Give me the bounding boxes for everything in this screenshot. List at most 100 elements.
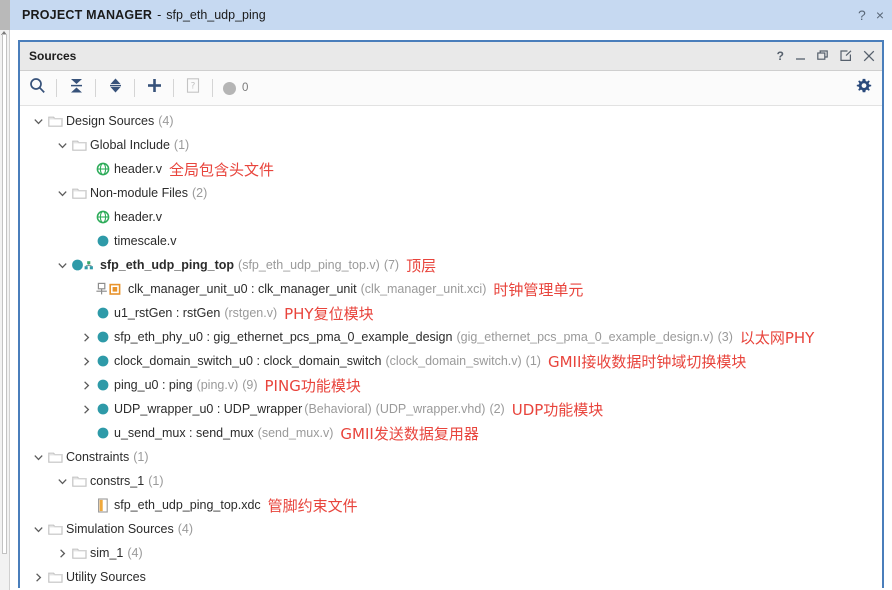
project-name: sfp_eth_udp_ping: [166, 8, 266, 22]
tree-row[interactable]: clk_manager_unit_u0 : clk_manager_unit (c…: [20, 277, 882, 301]
annotation-label: GMII接收数据时钟域切换模块: [547, 352, 747, 371]
annotation-label: PING功能模块: [264, 376, 361, 395]
badge-dot-icon: [223, 81, 236, 95]
help-icon[interactable]: ?: [858, 8, 866, 22]
tree-row[interactable]: Simulation Sources (4): [20, 517, 882, 541]
tree-row-filename: (ping.v): [196, 378, 239, 392]
search-button[interactable]: [20, 71, 54, 105]
tree-row-label: Global Include: [90, 138, 170, 152]
tree-row[interactable]: sfp_eth_udp_ping_top.xdc 管脚约束文件: [20, 493, 882, 517]
chevron-down-icon[interactable]: [54, 181, 70, 205]
left-splitter[interactable]: [0, 0, 10, 590]
toolbar-separator: [95, 79, 96, 97]
add-sources-button[interactable]: [137, 71, 171, 105]
chevron-right-icon[interactable]: [30, 565, 46, 589]
tree-row-label: Utility Sources: [66, 570, 146, 584]
tree-row-label: Non-module Files: [90, 186, 188, 200]
folder-icon: [46, 109, 64, 133]
tree-row[interactable]: Constraints (1): [20, 445, 882, 469]
verilog-module-icon: [94, 373, 112, 397]
tree-row[interactable]: sim_1 (4): [20, 541, 882, 565]
collapse-all-button[interactable]: [59, 71, 93, 105]
chevron-down-icon[interactable]: [30, 109, 46, 133]
tree-row-filename: (clk_manager_unit.xci): [360, 282, 487, 296]
folder-icon: [46, 445, 64, 469]
panel-help-icon[interactable]: ?: [777, 50, 784, 62]
gear-icon: [856, 78, 872, 99]
panel-restore-icon[interactable]: [817, 50, 829, 62]
project-manager-titlebar: PROJECT MANAGER - sfp_eth_udp_ping ? ×: [10, 0, 892, 30]
chevron-right-icon[interactable]: [78, 373, 94, 397]
tree-row[interactable]: clock_domain_switch_u0 : clock_domain_sw…: [20, 349, 882, 373]
settings-button[interactable]: [856, 71, 872, 105]
vertical-scrollbar-thumb[interactable]: [2, 34, 7, 554]
tree-row-label: UDP_wrapper_u0 : UDP_wrapper: [114, 402, 303, 416]
verilog-header-globe-icon: [94, 157, 112, 181]
tree-row[interactable]: ping_u0 : ping (ping.v) (9) PING功能模块: [20, 373, 882, 397]
chevron-right-icon[interactable]: [78, 397, 94, 421]
tree-row-label: clk_manager_unit_u0 : clk_manager_unit: [128, 282, 357, 296]
left-splitter-cap: [0, 0, 10, 30]
tree-row-count: (4): [127, 546, 143, 560]
toolbar-separator: [173, 79, 174, 97]
tree-row[interactable]: sfp_eth_phy_u0 : gig_ethernet_pcs_pma_0_…: [20, 325, 882, 349]
verilog-module-icon: [94, 229, 112, 253]
tree-row-count: (1): [148, 474, 164, 488]
chevron-down-icon[interactable]: [54, 469, 70, 493]
chevron-right-icon[interactable]: [78, 349, 94, 373]
toolbar-separator: [134, 79, 135, 97]
annotation-label: 时钟管理单元: [493, 280, 584, 299]
chevron-down-icon[interactable]: [54, 253, 70, 277]
tree-row-label: sfp_eth_phy_u0 : gig_ethernet_pcs_pma_0_…: [114, 330, 453, 344]
folder-icon: [70, 541, 88, 565]
tree-row[interactable]: timescale.v: [20, 229, 882, 253]
toolbar-help-button[interactable]: ?: [176, 71, 210, 105]
close-icon[interactable]: ×: [876, 8, 884, 22]
chevron-right-icon[interactable]: [54, 541, 70, 565]
tree-row[interactable]: header.v: [20, 205, 882, 229]
panel-float-icon[interactable]: [840, 50, 852, 62]
tree-row[interactable]: UDP_wrapper_u0 : UDP_wrapper (Behavioral)…: [20, 397, 882, 421]
verilog-module-icon: [94, 421, 112, 445]
chevron-down-icon[interactable]: [30, 445, 46, 469]
collapse-all-icon: [68, 77, 85, 99]
tree-row-count: (9): [242, 378, 258, 392]
chevron-down-icon[interactable]: [54, 133, 70, 157]
tree-row-label: sfp_eth_udp_ping_top.xdc: [114, 498, 261, 512]
toolbar-separator: [212, 79, 213, 97]
constraints-file-icon: [94, 493, 112, 517]
tree-row-filename: (send_mux.v): [257, 426, 334, 440]
title-separator: -: [157, 8, 162, 22]
tree-row[interactable]: sfp_eth_udp_ping_top (sfp_eth_udp_ping_to…: [20, 253, 882, 277]
tree-row-count: (7): [383, 258, 400, 272]
tree-row-label: sim_1: [90, 546, 124, 560]
tree-row[interactable]: Global Include (1): [20, 133, 882, 157]
tree-row-label: header.v: [114, 162, 162, 176]
panel-minimize-icon[interactable]: [795, 51, 806, 62]
verilog-header-globe-icon: [94, 205, 112, 229]
sources-tree[interactable]: Design Sources (4) Global Include (1) header…: [20, 106, 882, 590]
tree-row[interactable]: u_send_mux : send_mux (send_mux.v) GMII发送数…: [20, 421, 882, 445]
message-badge[interactable]: 0: [215, 81, 248, 95]
tree-row[interactable]: constrs_1 (1): [20, 469, 882, 493]
tree-row[interactable]: header.v 全局包含头文件: [20, 157, 882, 181]
annotation-label: PHY复位模块: [284, 304, 374, 323]
verilog-module-icon: [94, 301, 112, 325]
tree-row[interactable]: u1_rstGen : rstGen (rstgen.v) PHY复位模块: [20, 301, 882, 325]
tree-row[interactable]: Utility Sources: [20, 565, 882, 589]
tree-row[interactable]: Non-module Files (2): [20, 181, 882, 205]
tree-row[interactable]: Design Sources (4): [20, 109, 882, 133]
tree-row-count: (3): [717, 330, 733, 344]
sources-panel-header: Sources ?: [20, 42, 882, 71]
chevron-down-icon[interactable]: [30, 517, 46, 541]
panel-close-icon[interactable]: [863, 50, 875, 62]
tree-row-label: constrs_1: [90, 474, 145, 488]
expand-all-button[interactable]: [98, 71, 132, 105]
tree-row-filename: (clock_domain_switch.v): [385, 354, 522, 368]
tree-row-label: clock_domain_switch_u0 : clock_domain_sw…: [114, 354, 382, 368]
verilog-module-icon: [94, 349, 112, 373]
chevron-right-icon[interactable]: [78, 325, 94, 349]
